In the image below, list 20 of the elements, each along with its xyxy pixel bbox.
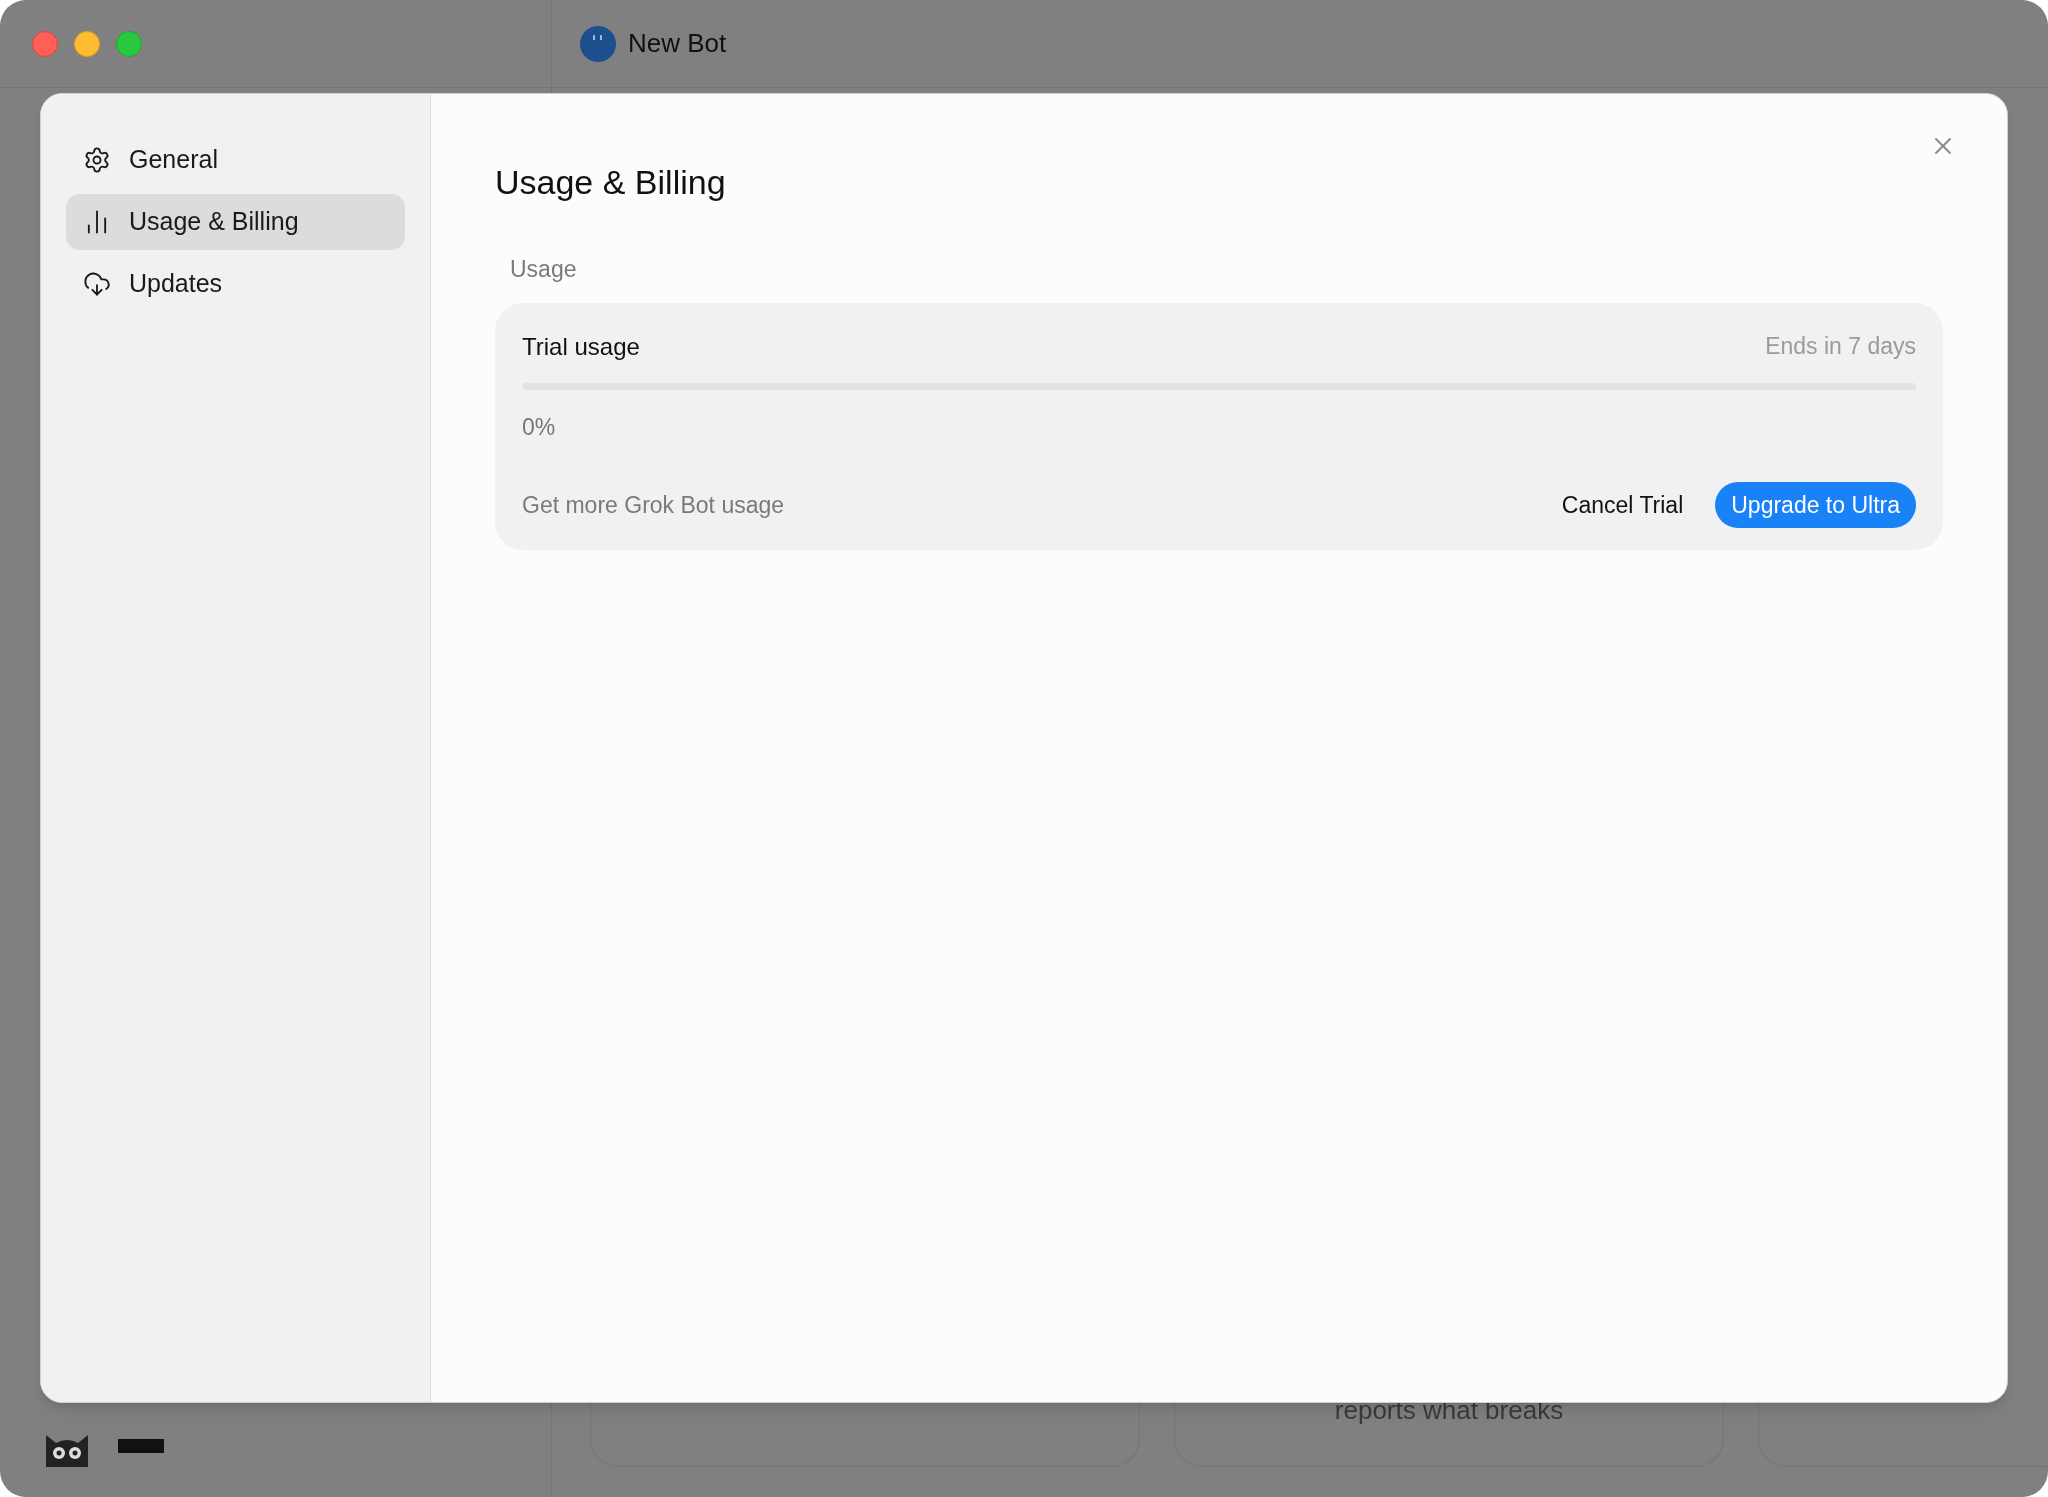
sidebar-item[interactable]: General [66,132,405,188]
minimize-window-button[interactable] [74,30,100,57]
upgrade-button[interactable]: Upgrade to Ultra [1715,482,1916,528]
bot-avatar-icon [580,25,616,62]
maximize-window-button[interactable] [116,30,142,57]
sidebar-item[interactable]: Usage & Billing [66,194,405,250]
settings-icon [83,146,111,174]
cloud-download-icon [83,270,111,298]
card-text: reports what breaks [1334,1395,1564,1427]
usage-percent: 0% [522,412,557,442]
sidebar-item[interactable]: Updates [66,256,405,312]
window-title: New Bot [628,27,727,60]
cancel-trial-button[interactable]: Cancel Trial [1545,482,1700,528]
section-label: Usage [510,255,578,284]
usage-hint: Get more Grok Bot usage [522,490,785,520]
usage-title: Trial usage [522,331,640,362]
redacted-block [118,1439,164,1453]
trial-ends-text: Ends in 7 days [1765,332,1916,362]
page-title: Usage & Billing [495,162,727,203]
close-window-button[interactable] [32,30,58,57]
